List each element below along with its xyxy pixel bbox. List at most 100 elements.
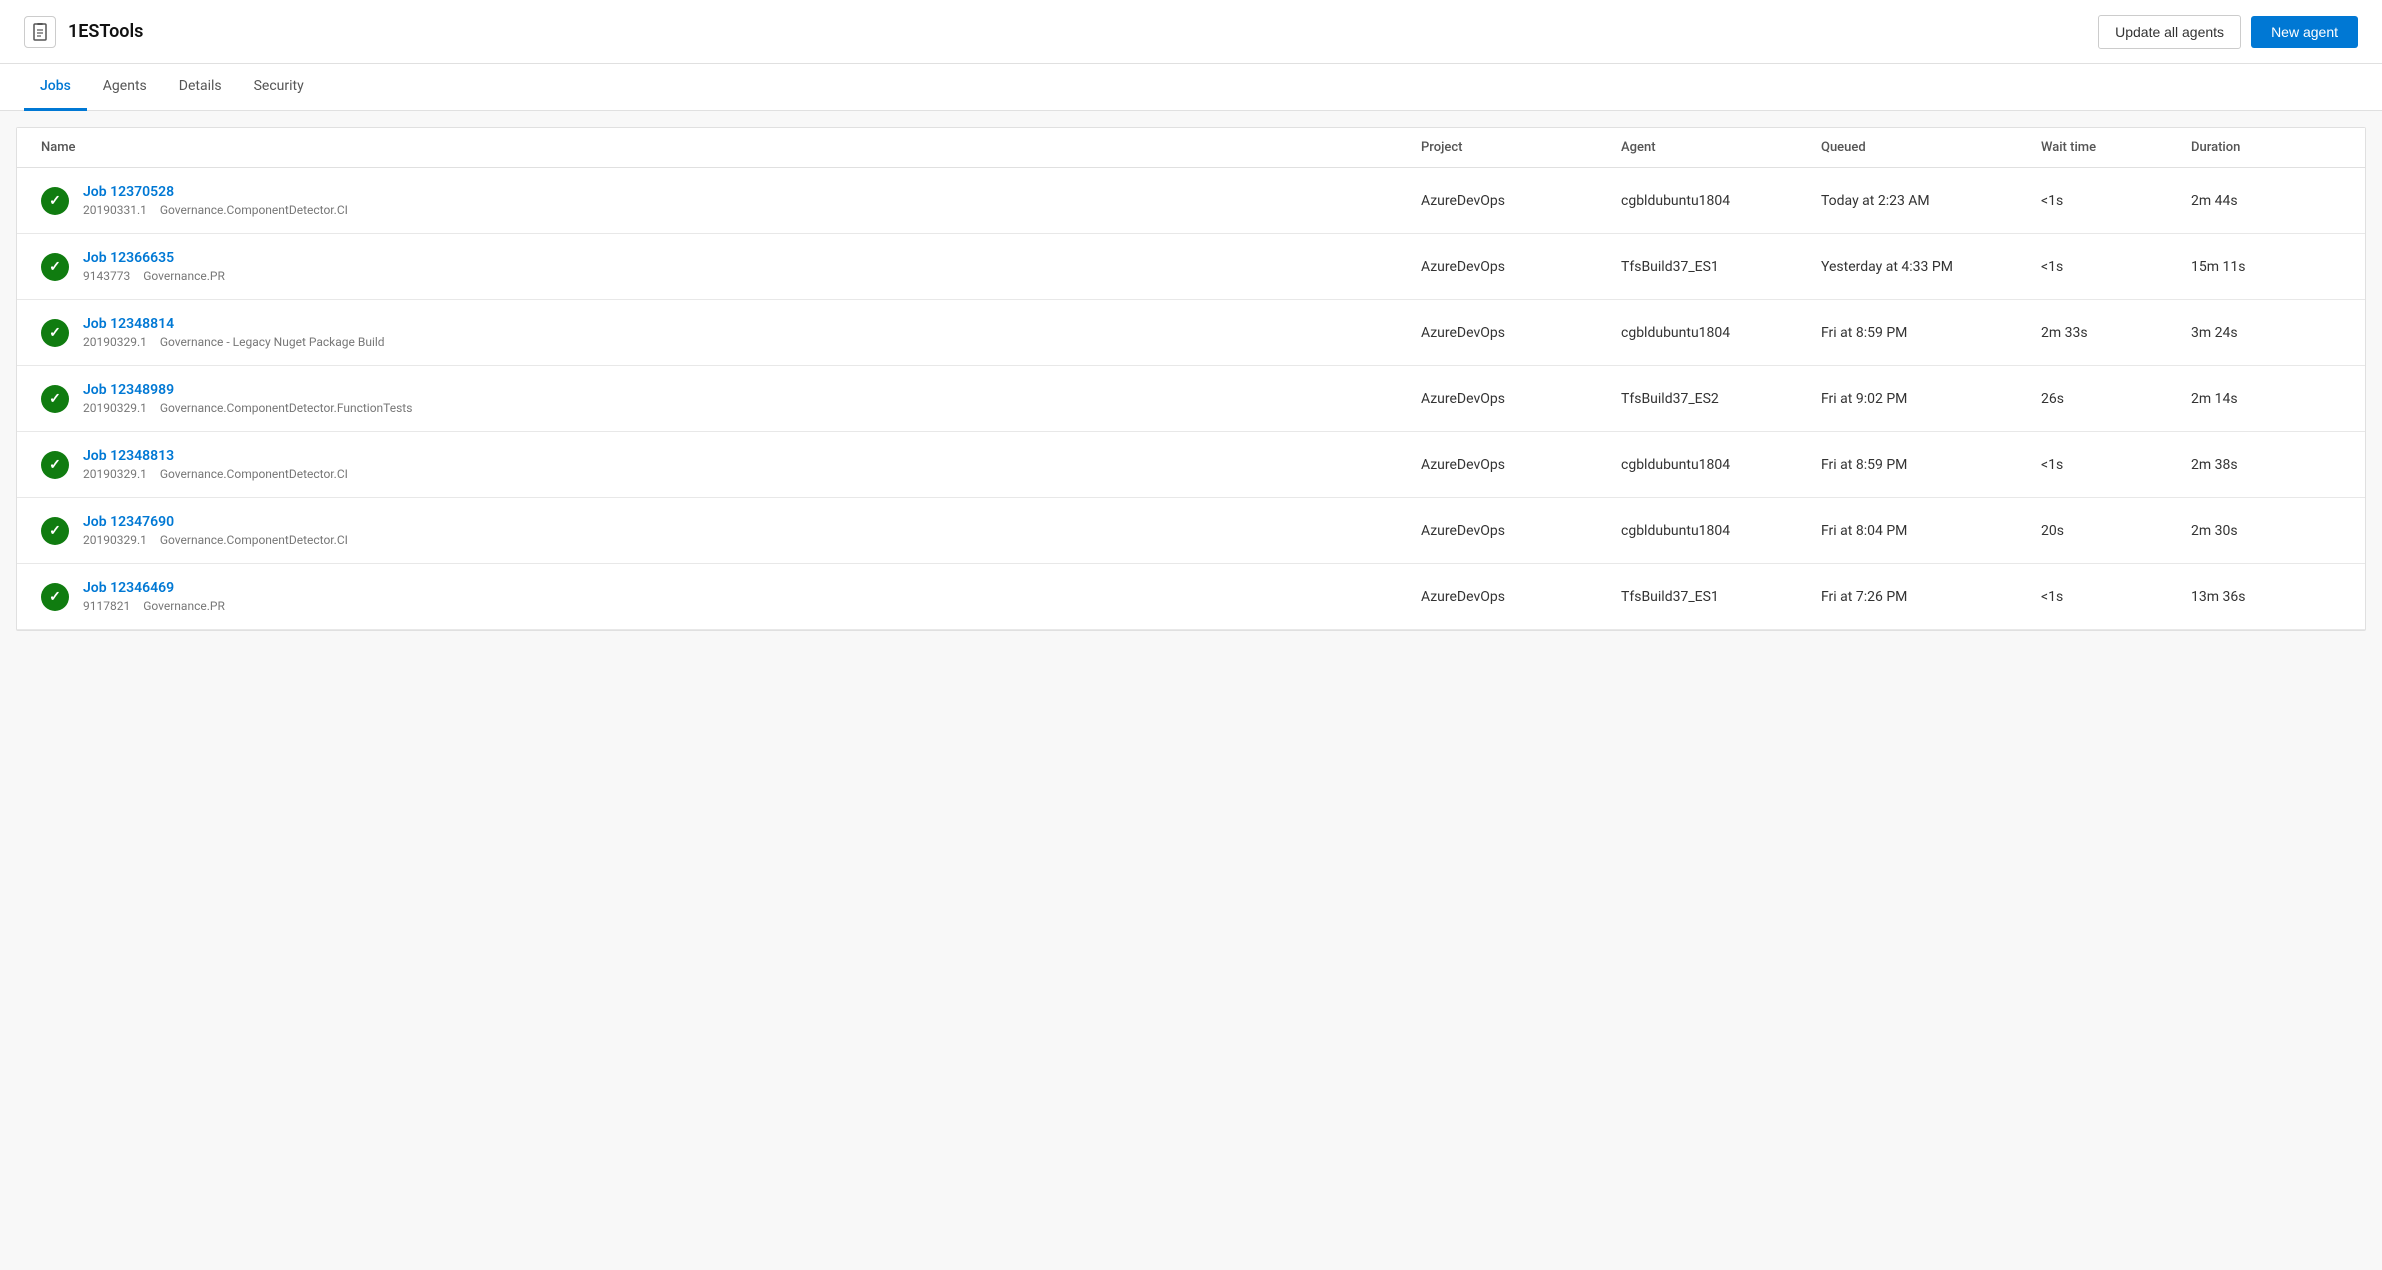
status-icon-success: ✓ [41, 319, 69, 347]
table-header: Name Project Agent Queued Wait time Dura… [17, 128, 2365, 168]
table-row: ✓ Job 12366635 9143773 Governance.PR Azu… [17, 234, 2365, 300]
job-info: Job 12348989 20190329.1 Governance.Compo… [83, 382, 422, 415]
col-project: Project [1421, 140, 1621, 155]
status-icon-success: ✓ [41, 253, 69, 281]
job-meta: 9143773 Governance.PR [83, 269, 235, 283]
job-cell: ✓ Job 12366635 9143773 Governance.PR [41, 250, 1421, 283]
queued-cell: Fri at 8:59 PM [1821, 325, 2041, 341]
job-name[interactable]: Job 12366635 [83, 250, 235, 266]
update-all-agents-button[interactable]: Update all agents [2098, 15, 2241, 49]
header-left: 1ESTools [24, 16, 143, 48]
job-name[interactable]: Job 12370528 [83, 184, 358, 200]
pipeline-name: Governance.ComponentDetector.CI [160, 467, 348, 481]
status-icon-success: ✓ [41, 451, 69, 479]
main-content: Name Project Agent Queued Wait time Dura… [16, 127, 2366, 631]
status-icon-success: ✓ [41, 385, 69, 413]
job-cell: ✓ Job 12370528 20190331.1 Governance.Com… [41, 184, 1421, 217]
checkmark-icon: ✓ [49, 325, 61, 341]
checkmark-icon: ✓ [49, 457, 61, 473]
duration-cell: 2m 38s [2191, 457, 2341, 473]
tab-jobs[interactable]: Jobs [24, 64, 87, 111]
agent-cell: TfsBuild37_ES2 [1621, 391, 1821, 407]
agent-cell: cgbldubuntu1804 [1621, 325, 1821, 341]
duration-cell: 2m 30s [2191, 523, 2341, 539]
app-title: 1ESTools [68, 21, 143, 42]
agent-cell: TfsBuild37_ES1 [1621, 259, 1821, 275]
wait-time-cell: <1s [2041, 193, 2191, 209]
new-agent-button[interactable]: New agent [2251, 16, 2358, 48]
pipeline-name: Governance.ComponentDetector.FunctionTes… [160, 401, 413, 415]
job-cell: ✓ Job 12347690 20190329.1 Governance.Com… [41, 514, 1421, 547]
job-name[interactable]: Job 12348813 [83, 448, 358, 464]
table-row: ✓ Job 12346469 9117821 Governance.PR Azu… [17, 564, 2365, 630]
job-meta: 20190329.1 Governance.ComponentDetector.… [83, 467, 358, 481]
checkmark-icon: ✓ [49, 391, 61, 407]
pipeline-name: Governance - Legacy Nuget Package Build [160, 335, 385, 349]
tab-details[interactable]: Details [163, 64, 238, 111]
pipeline-name: Governance.ComponentDetector.CI [160, 203, 348, 217]
build-number: 20190331.1 [83, 203, 147, 217]
job-cell: ✓ Job 12348814 20190329.1 Governance - L… [41, 316, 1421, 349]
tab-security[interactable]: Security [238, 64, 320, 111]
project-cell: AzureDevOps [1421, 391, 1621, 407]
nav-tabs: Jobs Agents Details Security [0, 64, 2382, 111]
job-name[interactable]: Job 12348814 [83, 316, 395, 332]
table-body: ✓ Job 12370528 20190331.1 Governance.Com… [17, 168, 2365, 630]
project-cell: AzureDevOps [1421, 589, 1621, 605]
queued-cell: Fri at 8:04 PM [1821, 523, 2041, 539]
job-meta: 20190329.1 Governance.ComponentDetector.… [83, 533, 358, 547]
table-row: ✓ Job 12347690 20190329.1 Governance.Com… [17, 498, 2365, 564]
queued-cell: Today at 2:23 AM [1821, 193, 2041, 209]
job-cell: ✓ Job 12346469 9117821 Governance.PR [41, 580, 1421, 613]
col-name: Name [41, 140, 1421, 155]
build-number: 20190329.1 [83, 533, 147, 547]
build-number: 9143773 [83, 269, 130, 283]
duration-cell: 2m 44s [2191, 193, 2341, 209]
job-meta: 9117821 Governance.PR [83, 599, 235, 613]
agent-cell: cgbldubuntu1804 [1621, 193, 1821, 209]
col-agent: Agent [1621, 140, 1821, 155]
checkmark-icon: ✓ [49, 523, 61, 539]
project-cell: AzureDevOps [1421, 523, 1621, 539]
job-info: Job 12347690 20190329.1 Governance.Compo… [83, 514, 358, 547]
job-info: Job 12346469 9117821 Governance.PR [83, 580, 235, 613]
col-queued: Queued [1821, 140, 2041, 155]
project-cell: AzureDevOps [1421, 325, 1621, 341]
project-cell: AzureDevOps [1421, 193, 1621, 209]
build-number: 20190329.1 [83, 401, 147, 415]
job-name[interactable]: Job 12346469 [83, 580, 235, 596]
job-cell: ✓ Job 12348989 20190329.1 Governance.Com… [41, 382, 1421, 415]
status-icon-success: ✓ [41, 583, 69, 611]
duration-cell: 13m 36s [2191, 589, 2341, 605]
wait-time-cell: <1s [2041, 259, 2191, 275]
header: 1ESTools Update all agents New agent [0, 0, 2382, 64]
job-meta: 20190331.1 Governance.ComponentDetector.… [83, 203, 358, 217]
checkmark-icon: ✓ [49, 193, 61, 209]
job-meta: 20190329.1 Governance.ComponentDetector.… [83, 401, 422, 415]
wait-time-cell: 2m 33s [2041, 325, 2191, 341]
queued-cell: Yesterday at 4:33 PM [1821, 259, 2041, 275]
job-info: Job 12348813 20190329.1 Governance.Compo… [83, 448, 358, 481]
job-meta: 20190329.1 Governance - Legacy Nuget Pac… [83, 335, 395, 349]
table-row: ✓ Job 12348989 20190329.1 Governance.Com… [17, 366, 2365, 432]
header-right: Update all agents New agent [2098, 15, 2358, 49]
wait-time-cell: 20s [2041, 523, 2191, 539]
job-info: Job 12348814 20190329.1 Governance - Leg… [83, 316, 395, 349]
pipeline-name: Governance.PR [143, 269, 225, 283]
checkmark-icon: ✓ [49, 259, 61, 275]
app-icon [24, 16, 56, 48]
wait-time-cell: 26s [2041, 391, 2191, 407]
job-name[interactable]: Job 12347690 [83, 514, 358, 530]
job-info: Job 12370528 20190331.1 Governance.Compo… [83, 184, 358, 217]
job-name[interactable]: Job 12348989 [83, 382, 422, 398]
tab-agents[interactable]: Agents [87, 64, 163, 111]
duration-cell: 3m 24s [2191, 325, 2341, 341]
col-duration: Duration [2191, 140, 2341, 155]
build-number: 20190329.1 [83, 335, 147, 349]
pipeline-name: Governance.ComponentDetector.CI [160, 533, 348, 547]
pipeline-name: Governance.PR [143, 599, 225, 613]
col-wait-time: Wait time [2041, 140, 2191, 155]
queued-cell: Fri at 7:26 PM [1821, 589, 2041, 605]
table-row: ✓ Job 12348814 20190329.1 Governance - L… [17, 300, 2365, 366]
build-number: 20190329.1 [83, 467, 147, 481]
